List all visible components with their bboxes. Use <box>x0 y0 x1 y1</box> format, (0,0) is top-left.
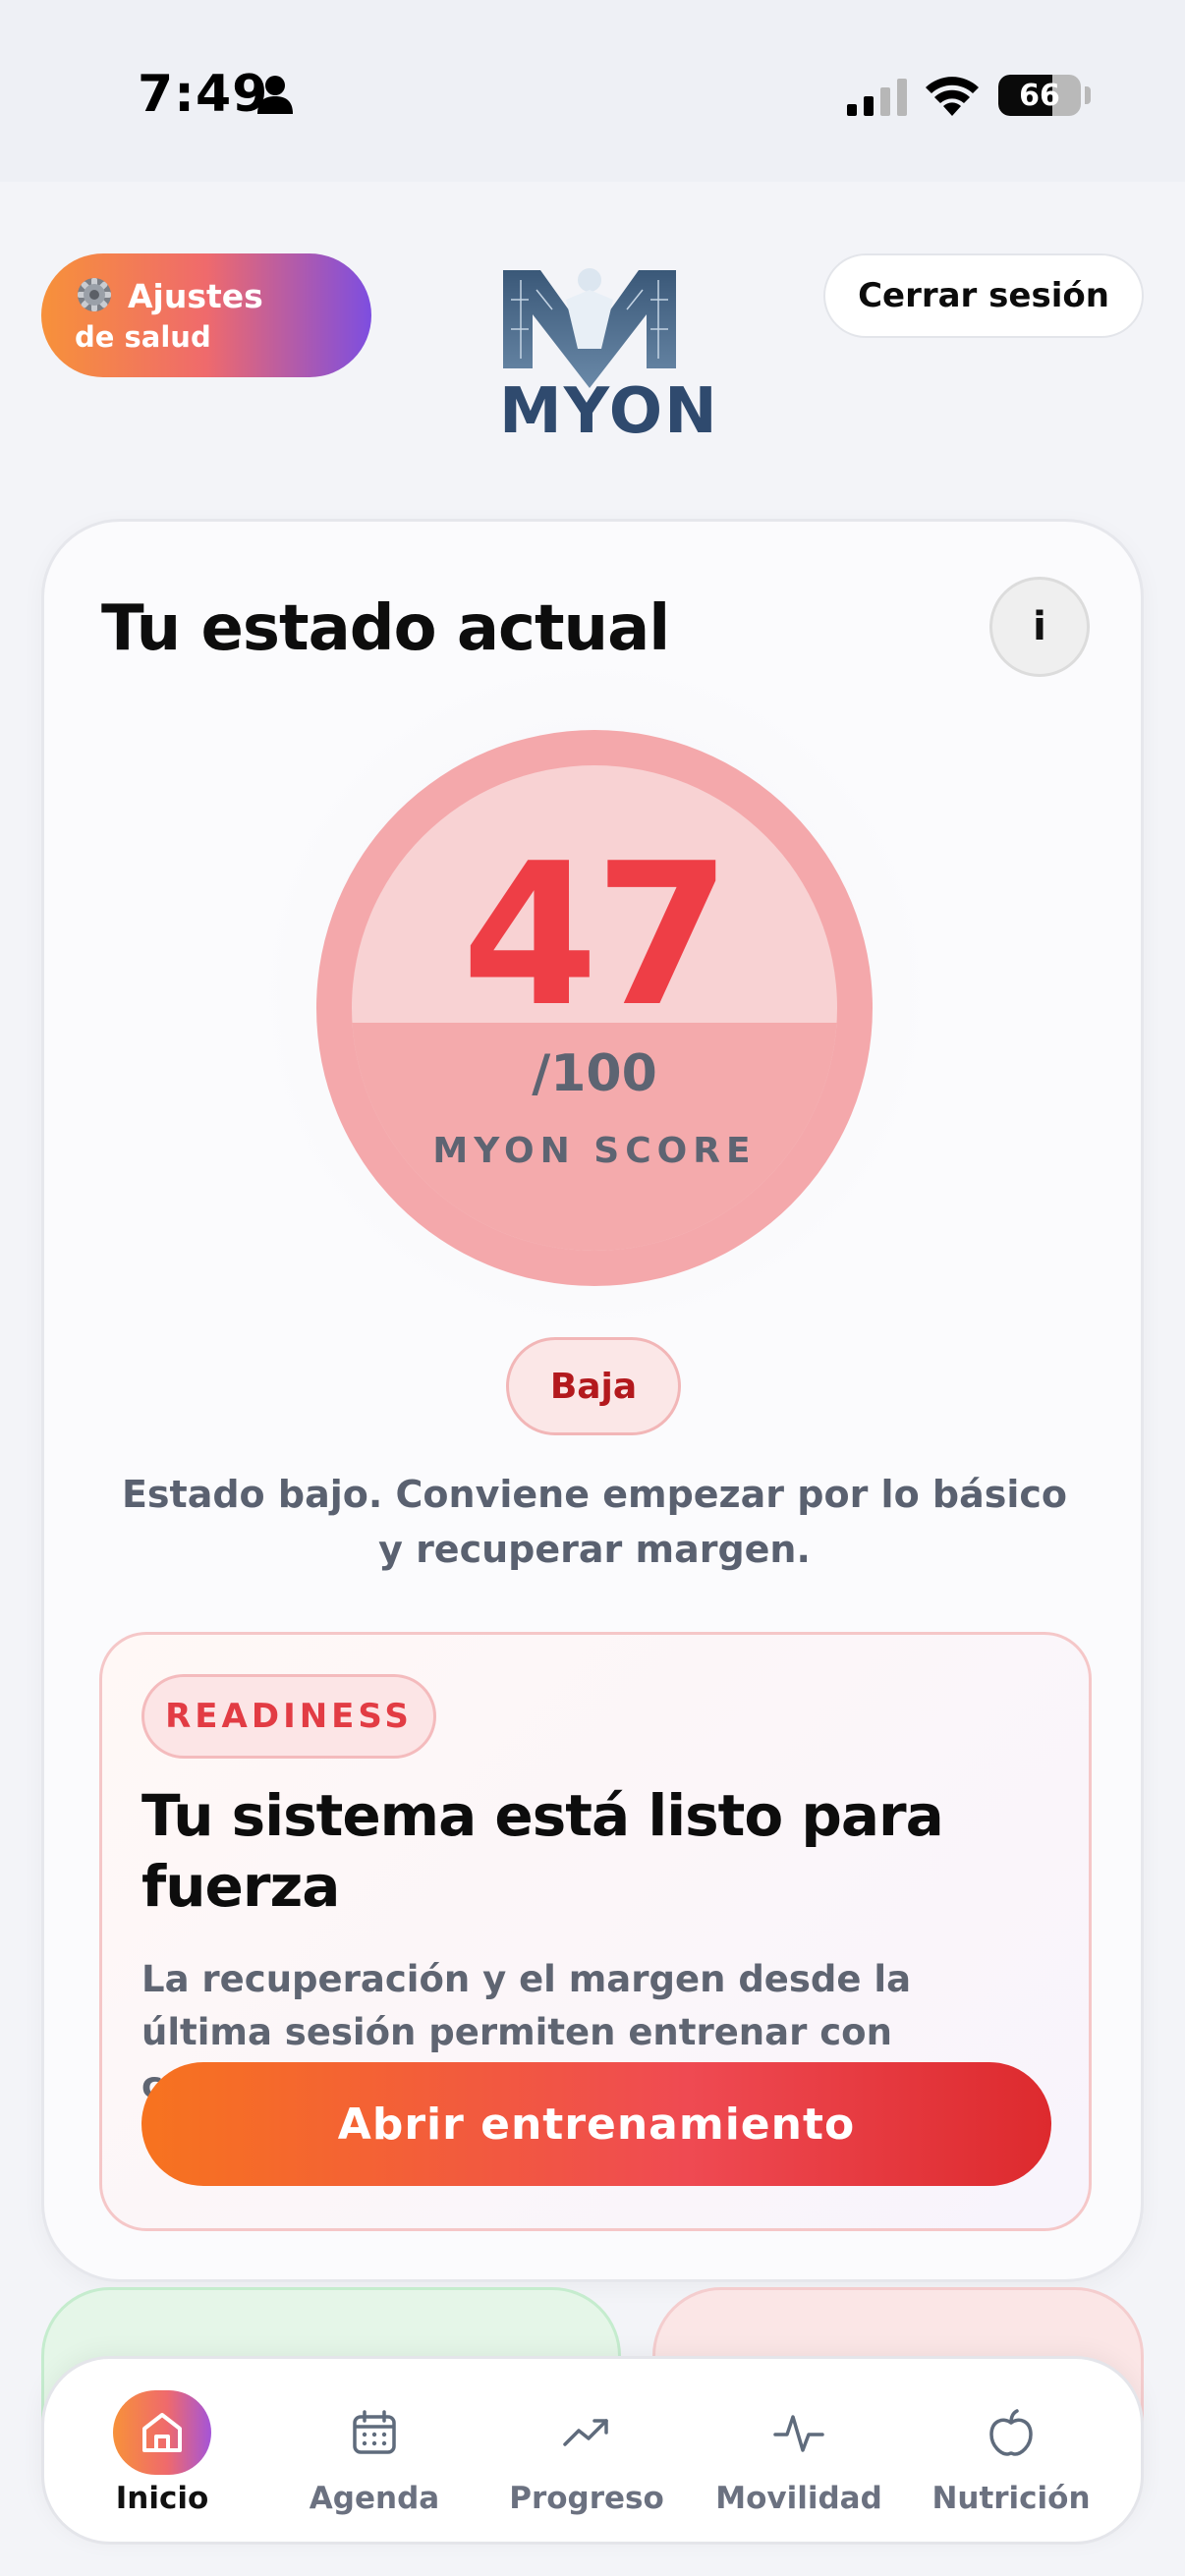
battery-indicator: 66 <box>998 75 1081 116</box>
nav-icon-wrap <box>325 2390 423 2475</box>
status-time: 7:49 <box>138 65 269 124</box>
nav-icon-wrap <box>537 2390 636 2475</box>
card-title: Tu estado actual <box>101 592 670 665</box>
calendar-icon <box>353 2410 396 2454</box>
score-value: 47 <box>461 821 731 1050</box>
status-bar: 7:49 66 <box>0 0 1185 182</box>
status-description: Estado bajo. Conviene empezar por lo bás… <box>121 1473 1068 1571</box>
wifi-icon <box>926 77 979 116</box>
battery-cap <box>1085 86 1091 104</box>
battery-percentage: 66 <box>1019 78 1060 113</box>
nav-item-progreso[interactable]: Progreso <box>480 2359 693 2548</box>
health-settings-label-line2: de salud <box>75 320 211 354</box>
bottom-nav: Inicio Agenda Progreso Movilidad Nutrici… <box>41 2356 1144 2545</box>
score-max: /100 <box>532 1044 657 1103</box>
nav-icon-wrap <box>962 2390 1060 2475</box>
logout-button[interactable]: Cerrar sesión <box>823 253 1144 338</box>
nav-icon-wrap <box>750 2390 848 2475</box>
open-training-button[interactable]: Abrir entrenamiento <box>141 2062 1051 2186</box>
apple-icon <box>989 2409 1033 2456</box>
nav-icon-wrap <box>113 2390 211 2475</box>
health-settings-button[interactable]: Ajustes de salud <box>41 253 371 377</box>
person-icon <box>257 76 293 114</box>
myon-logo-text: MYON <box>499 375 719 448</box>
nav-item-nutricion[interactable]: Nutrición <box>905 2359 1117 2548</box>
nav-item-agenda[interactable]: Agenda <box>268 2359 480 2548</box>
logo-text: MYON <box>499 375 719 448</box>
nav-label: Movilidad <box>715 2481 882 2516</box>
trend-icon <box>563 2419 608 2446</box>
readiness-card: READINESS Tu sistema está listo para fue… <box>99 1632 1092 2231</box>
health-settings-label-line1: Ajustes <box>128 277 263 315</box>
nav-label: Nutrición <box>931 2481 1091 2516</box>
readiness-chip: READINESS <box>141 1674 436 1759</box>
nav-label: Inicio <box>115 2481 209 2516</box>
score-label: MYON SCORE <box>432 1131 757 1171</box>
current-state-card: Tu estado actual i 47 /100 MYON SCORE Ba… <box>41 519 1144 2282</box>
home-icon <box>142 2413 182 2452</box>
info-button[interactable]: i <box>989 577 1090 677</box>
pulse-icon <box>773 2415 824 2452</box>
gear-icon <box>78 278 111 311</box>
readiness-title: Tu sistema está listo para fuerza <box>141 1782 944 1920</box>
cellular-signal-icon <box>847 79 907 116</box>
nav-label: Agenda <box>309 2481 440 2516</box>
nav-item-movilidad[interactable]: Movilidad <box>693 2359 905 2548</box>
status-badge: Baja <box>506 1337 681 1435</box>
nav-item-inicio[interactable]: Inicio <box>56 2359 268 2548</box>
nav-label: Progreso <box>509 2481 664 2516</box>
